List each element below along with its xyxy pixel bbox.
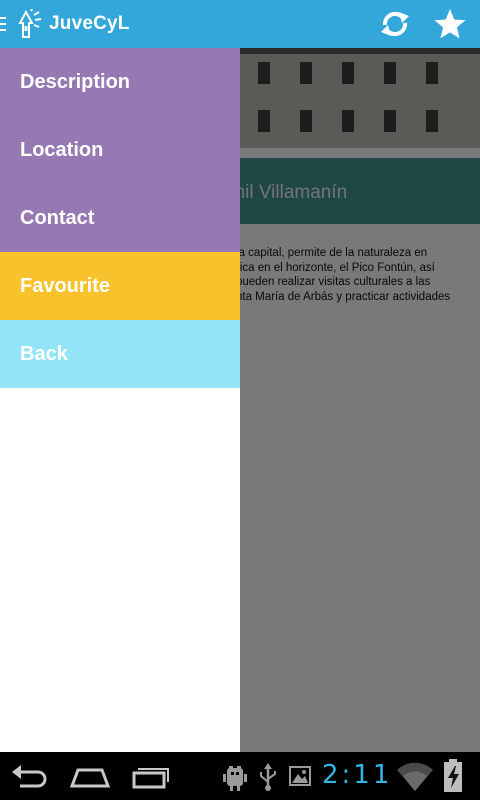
home-nav-button[interactable] [68,760,112,792]
juvecyl-logo-icon[interactable] [14,8,44,39]
drawer-item-favourite[interactable]: Favourite [0,252,240,320]
drawer-item-description[interactable]: Description [0,48,240,116]
drawer-item-location[interactable]: Location [0,116,240,184]
app-screen: enil Villamanín la capital, permite de l… [0,0,480,752]
drawer-item-back[interactable]: Back [0,320,240,388]
drawer-item-contact[interactable]: Contact [0,184,240,252]
favourite-button[interactable] [432,6,468,42]
status-clock: 2:11 [322,760,393,790]
back-nav-button[interactable] [8,760,52,792]
battery-charging-icon [444,759,462,792]
recents-nav-button[interactable] [128,760,172,792]
home-icon [69,768,111,788]
refresh-button[interactable] [377,6,413,42]
action-bar: JuveCyL [0,0,480,48]
recents-icon [132,768,169,789]
android-debug-icon [223,766,247,791]
system-bar: 2:11 [0,752,480,800]
navigation-drawer: Description Location Contact Favourite B… [0,48,240,752]
back-icon [12,765,47,788]
app-title: JuveCyL [49,13,130,34]
gallery-icon [289,766,311,786]
wifi-icon [397,762,433,791]
usb-icon [260,763,276,791]
refresh-icon [381,11,409,37]
drawer-indicator-icon[interactable] [0,17,6,31]
star-icon [434,9,466,39]
